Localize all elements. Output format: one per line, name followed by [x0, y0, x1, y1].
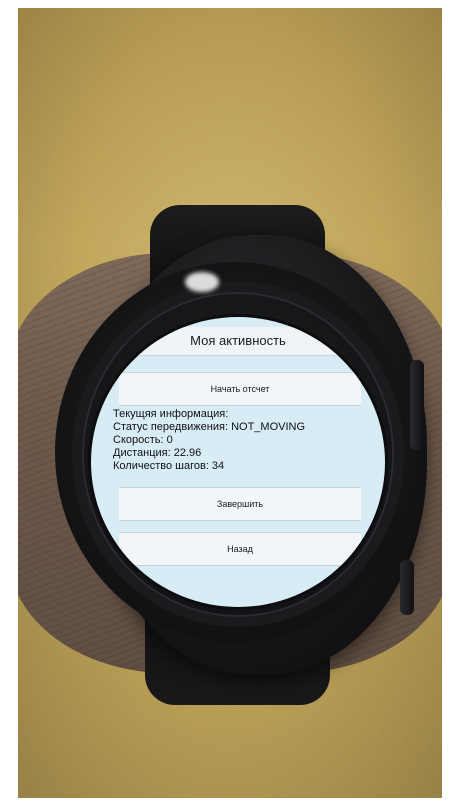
watch-crown-bottom[interactable]	[400, 560, 414, 615]
start-count-button[interactable]: Начать отсчет	[119, 372, 361, 406]
finish-button[interactable]: Завершить	[119, 487, 361, 521]
app-title: Моя активность	[91, 327, 385, 356]
current-info-panel: Текущяя информация: Статус передвижения:…	[113, 408, 373, 473]
back-button[interactable]: Назад	[119, 532, 361, 566]
distance-value: Дистанция: 22.96	[113, 447, 202, 459]
speed-value: Скорость: 0	[113, 434, 173, 446]
steps-count: Количество шагов: 34	[113, 460, 225, 472]
movement-status: Статус передвижения: NOT_MOVING	[113, 421, 306, 433]
watch-screen: Моя активность Начать отсчет Текущяя инф…	[91, 317, 385, 607]
bezel-glare	[185, 272, 219, 292]
info-header: Текущяя информация:	[113, 408, 229, 420]
watch-crown-top[interactable]	[410, 360, 424, 450]
